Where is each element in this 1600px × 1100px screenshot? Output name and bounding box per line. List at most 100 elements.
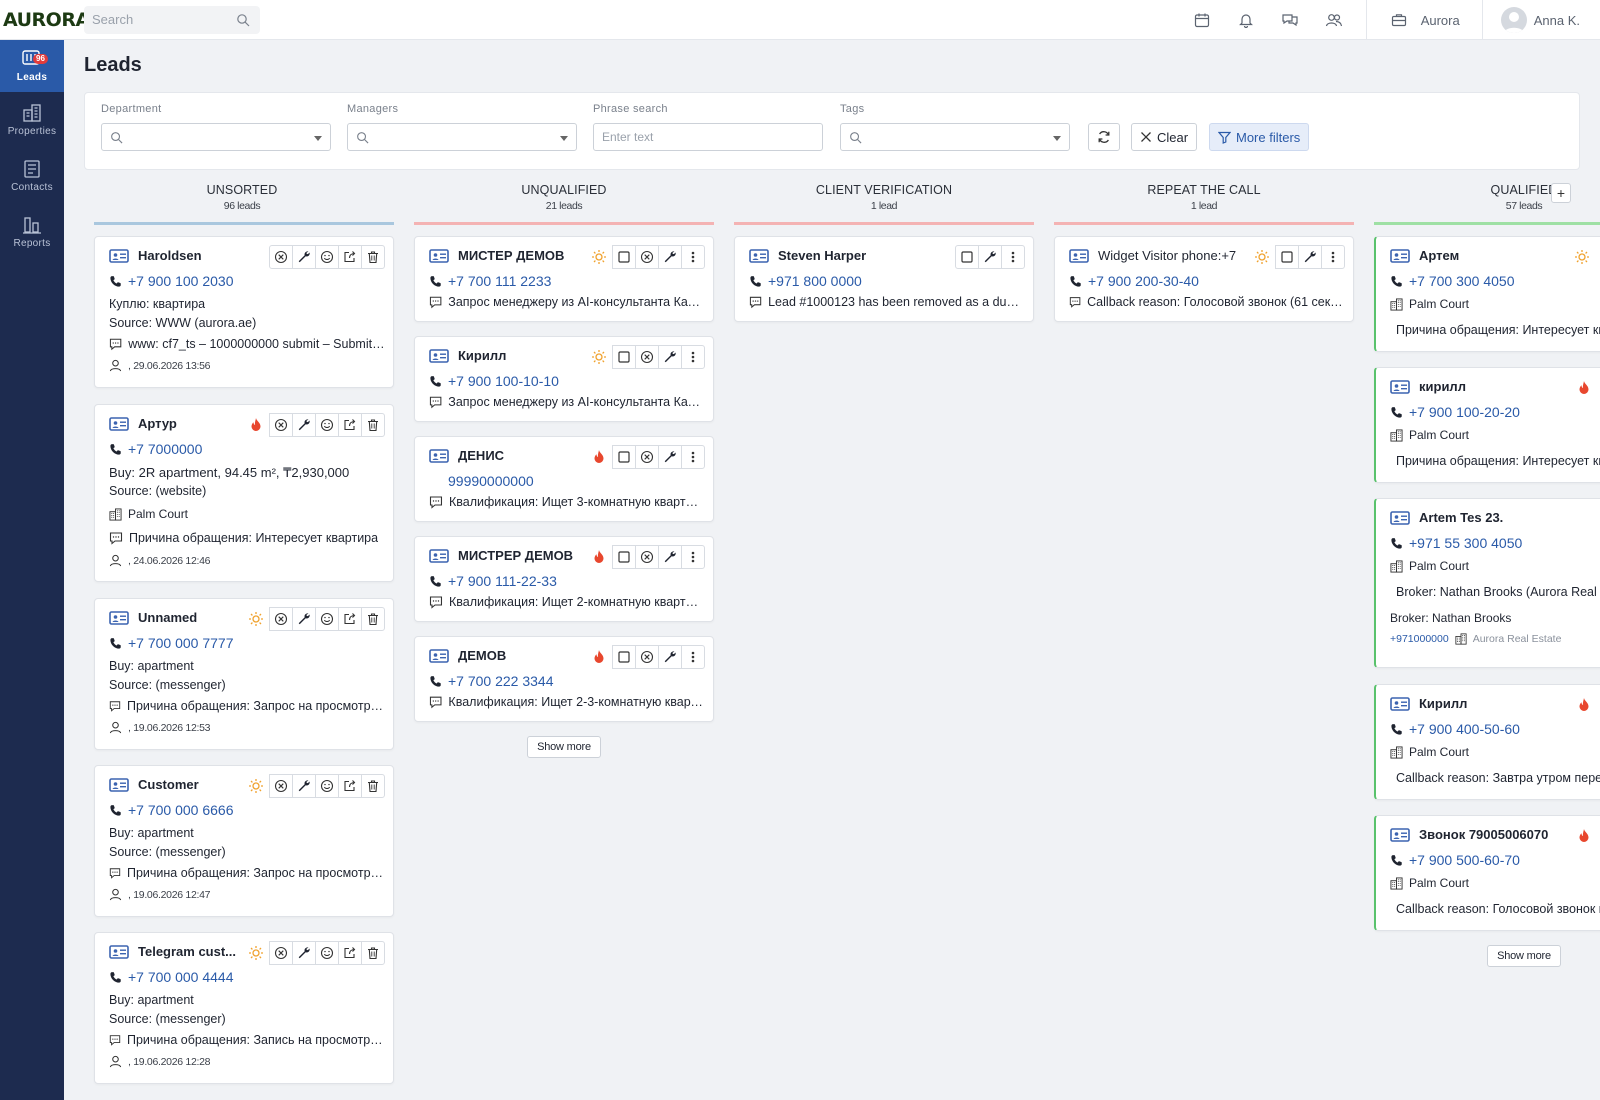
lead-card[interactable]: МИСТЕР ДЕМОВ +7 700 111 2233 Запрос мене… [414, 236, 714, 322]
lead-phone[interactable]: +7 700 111 2233 [448, 273, 551, 289]
lead-card[interactable]: кирилл +7 900 100-20-20 Palm Court Причи… [1374, 367, 1600, 483]
refresh-button[interactable] [1088, 123, 1120, 151]
share-button[interactable] [338, 413, 362, 437]
edit-button[interactable] [658, 445, 682, 469]
lead-name[interactable]: МИСТРЕР ДЕМОВ [458, 548, 573, 563]
share-button[interactable] [338, 607, 362, 631]
team-icon[interactable] [1312, 0, 1356, 40]
lead-phone[interactable]: +7 700 000 6666 [128, 802, 234, 818]
edit-button[interactable] [1298, 245, 1322, 269]
more-actions-button[interactable] [681, 345, 705, 369]
edit-button[interactable] [292, 413, 316, 437]
lead-card[interactable]: Artem Tes 23. +971 55 300 4050 Palm Cour… [1374, 498, 1600, 668]
lead-card[interactable]: Widget Visitor phone:+7 +7 900 200-30-40… [1054, 236, 1354, 322]
chats-icon[interactable] [1268, 0, 1312, 40]
lead-name[interactable]: ДЕНИС [458, 448, 504, 463]
edit-button[interactable] [292, 607, 316, 631]
lead-card[interactable]: Артем +7 700 300 4050 Palm Court Причина… [1374, 236, 1600, 352]
lead-phone[interactable]: +971 55 300 4050 [1409, 535, 1522, 551]
lead-card[interactable]: Звонок 79005006070 +7 900 500-60-70 Palm… [1374, 815, 1600, 931]
delete-button[interactable] [361, 245, 385, 269]
phrase-search-input[interactable] [602, 130, 772, 144]
lead-name[interactable]: ДЕМОВ [458, 648, 506, 663]
qualify-button[interactable] [315, 413, 339, 437]
search-icon[interactable] [236, 13, 250, 27]
lead-phone[interactable]: +7 900 100-10-10 [448, 373, 559, 389]
reject-button[interactable] [269, 607, 293, 631]
lead-name[interactable]: Артем [1419, 248, 1459, 263]
qualify-button[interactable] [315, 245, 339, 269]
reject-button[interactable] [269, 245, 293, 269]
department-select[interactable] [101, 123, 331, 151]
edit-button[interactable] [978, 245, 1002, 269]
lead-card[interactable]: Customer +7 700 000 6666 Buy: apartment … [94, 765, 394, 917]
lead-card[interactable]: Кирилл +7 900 100-10-10 Запрос менеджеру… [414, 336, 714, 422]
more-actions-button[interactable] [681, 445, 705, 469]
lead-card[interactable]: Steven Harper +971 800 0000 Lead #100012… [734, 236, 1034, 322]
lead-name[interactable]: Кирилл [458, 348, 506, 363]
share-button[interactable] [338, 941, 362, 965]
more-filters-button[interactable]: More filters [1209, 123, 1310, 151]
select-checkbox[interactable] [955, 245, 979, 269]
lead-phone[interactable]: +971 800 0000 [768, 273, 862, 289]
delete-button[interactable] [361, 607, 385, 631]
lead-name[interactable]: Telegram cust... [138, 944, 236, 959]
edit-button[interactable] [658, 345, 682, 369]
lead-phone[interactable]: +7 700 222 3344 [448, 673, 554, 689]
edit-button[interactable] [658, 245, 682, 269]
sidebar-item-reports[interactable]: Reports [0, 204, 64, 260]
lead-property[interactable]: Palm Court [1409, 428, 1469, 442]
more-actions-button[interactable] [681, 545, 705, 569]
lead-card[interactable]: Telegram cust... +7 700 000 4444 Buy: ap… [94, 932, 394, 1084]
select-checkbox[interactable] [612, 445, 636, 469]
qualify-button[interactable] [315, 607, 339, 631]
delete-button[interactable] [361, 413, 385, 437]
lead-name[interactable]: Unnamed [138, 610, 197, 625]
lead-property[interactable]: Palm Court [1409, 559, 1469, 573]
edit-button[interactable] [658, 645, 682, 669]
reject-button[interactable] [269, 941, 293, 965]
lead-name[interactable]: Steven Harper [778, 248, 866, 263]
lead-name[interactable]: Customer [138, 777, 199, 792]
lead-name[interactable]: Artem Tes 23. [1419, 510, 1503, 525]
lead-name[interactable]: Звонок 79005006070 [1419, 827, 1548, 842]
reject-button[interactable] [269, 413, 293, 437]
managers-select[interactable] [347, 123, 577, 151]
delete-button[interactable] [361, 941, 385, 965]
lead-phone[interactable]: +7 700 000 7777 [128, 635, 234, 651]
lead-card[interactable]: МИСТРЕР ДЕМОВ +7 900 111-22-33 Квалифика… [414, 536, 714, 622]
select-checkbox[interactable] [612, 645, 636, 669]
sidebar-item-contacts[interactable]: Contacts [0, 148, 64, 204]
more-actions-button[interactable] [1001, 245, 1025, 269]
select-checkbox[interactable] [612, 245, 636, 269]
edit-button[interactable] [292, 941, 316, 965]
lead-phone[interactable]: +7 700 300 4050 [1409, 273, 1515, 289]
reject-button[interactable] [635, 245, 659, 269]
clear-filters-button[interactable]: Clear [1131, 123, 1198, 151]
reject-button[interactable] [635, 445, 659, 469]
lead-property[interactable]: Palm Court [128, 507, 188, 521]
lead-phone[interactable]: +7 900 100 2030 [128, 273, 234, 289]
phrase-search-field[interactable] [593, 123, 823, 151]
chevron-down-icon[interactable] [314, 136, 322, 141]
more-actions-button[interactable] [681, 245, 705, 269]
reject-button[interactable] [269, 774, 293, 798]
lead-card[interactable]: Unnamed +7 700 000 7777 Buy: apartment S… [94, 598, 394, 750]
lead-card[interactable]: ДЕНИС 99990000000 Квалификация: Ищет 3-к… [414, 436, 714, 522]
lead-name[interactable]: МИСТЕР ДЕМОВ [458, 248, 564, 263]
global-search[interactable] [84, 5, 260, 34]
lead-property[interactable]: Palm Court [1409, 745, 1469, 759]
global-search-input[interactable] [92, 12, 232, 27]
select-checkbox[interactable] [612, 545, 636, 569]
notifications-bell-icon[interactable] [1224, 0, 1268, 40]
edit-button[interactable] [658, 545, 682, 569]
lead-phone[interactable]: +7 900 500-60-70 [1409, 852, 1520, 868]
edit-button[interactable] [292, 774, 316, 798]
lead-phone[interactable]: +7 900 100-20-20 [1409, 404, 1520, 420]
delete-button[interactable] [361, 774, 385, 798]
tags-select[interactable] [840, 123, 1070, 151]
reject-button[interactable] [635, 545, 659, 569]
show-more-button[interactable]: Show more [1487, 945, 1561, 967]
reject-button[interactable] [635, 345, 659, 369]
lead-phone[interactable]: 99990000000 [448, 473, 534, 489]
